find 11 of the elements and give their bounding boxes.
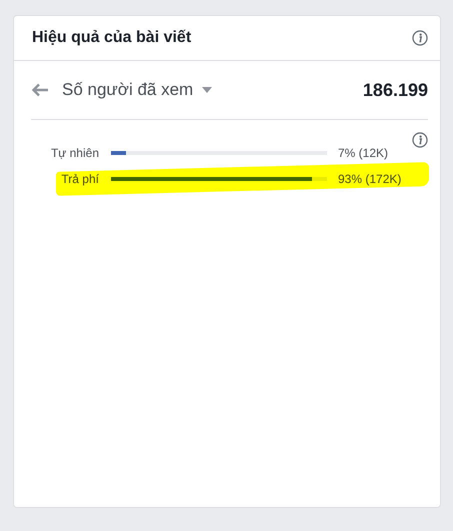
row-label: Tự nhiên [50,146,100,160]
info-icon[interactable] [412,132,428,148]
row-value: 7% (12K) [338,146,388,160]
info-icon[interactable] [412,30,428,46]
row-label: Trả phí [60,172,100,186]
metric-value: 186.199 [362,80,428,100]
caret-icon[interactable] [202,87,212,93]
back-arrow-icon[interactable] [31,83,49,97]
row-value: 93% (172K) [338,172,402,186]
metric-dropdown[interactable]: Số người đã xem [62,80,194,100]
card-title: Hiệu quả của bài viết [32,29,192,47]
